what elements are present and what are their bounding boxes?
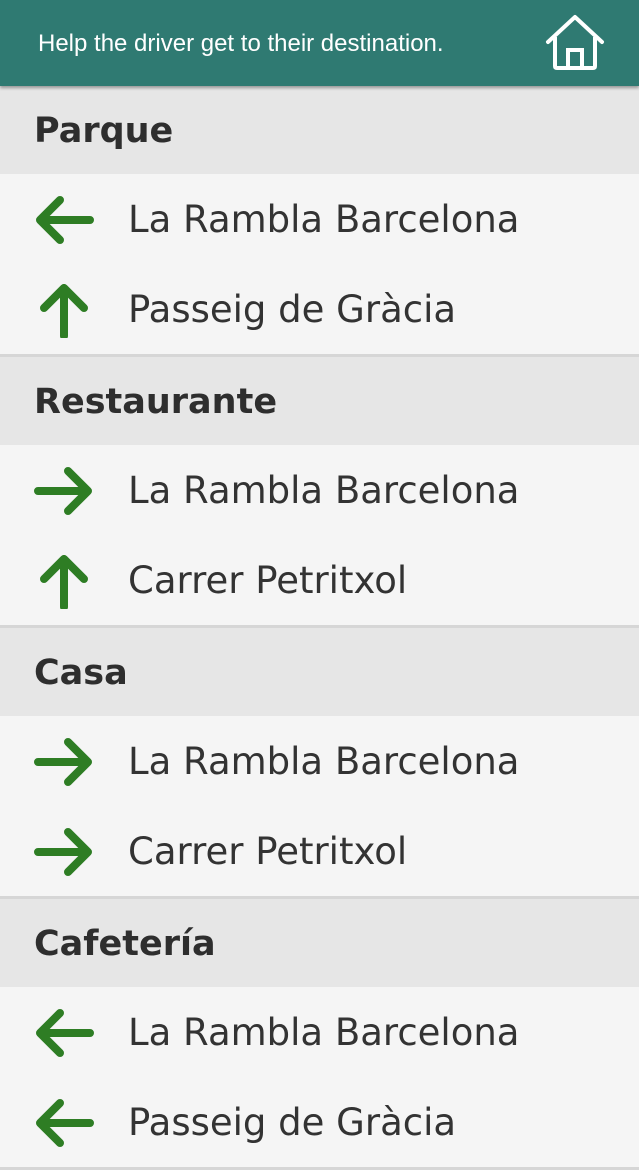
arrow-right-icon [34,467,92,515]
section-header: Parque [0,86,639,174]
destination-list: Parque La Rambla Barcelona Passeig de Gr… [0,86,639,1170]
street-name: La Rambla Barcelona [128,198,520,241]
street-name: Passeig de Gràcia [128,288,457,331]
route-option[interactable]: Passeig de Gràcia [0,1077,639,1167]
route-option[interactable]: La Rambla Barcelona [0,445,639,535]
section-title: Parque [34,111,174,151]
street-name: La Rambla Barcelona [128,469,520,512]
route-option[interactable]: La Rambla Barcelona [0,716,639,806]
section-title: Cafetería [34,924,216,964]
route-option[interactable]: Carrer Petritxol [0,806,639,896]
arrow-left-icon [36,1009,94,1057]
home-button[interactable] [540,12,610,74]
route-option[interactable]: Passeig de Gràcia [0,264,639,354]
destination-section: Parque La Rambla Barcelona Passeig de Gr… [0,86,639,357]
section-title: Casa [34,653,128,693]
destination-section: Cafetería La Rambla Barcelona Passeig de… [0,899,639,1170]
route-option[interactable]: Carrer Petritxol [0,535,639,625]
street-name: Passeig de Gràcia [128,1101,457,1144]
section-title: Restaurante [34,382,278,422]
route-option[interactable]: La Rambla Barcelona [0,987,639,1077]
street-name: La Rambla Barcelona [128,1011,520,1054]
street-name: Carrer Petritxol [128,830,408,873]
section-header: Casa [0,628,639,716]
destination-section: Casa La Rambla Barcelona Carrer Petritxo… [0,628,639,899]
arrow-left-icon [36,1099,94,1147]
arrow-up-icon [40,555,88,609]
destination-section: Restaurante La Rambla Barcelona Carrer P… [0,357,639,628]
street-name: La Rambla Barcelona [128,740,520,783]
arrow-up-icon [40,284,88,338]
section-header: Cafetería [0,899,639,987]
app-header: Help the driver get to their destination… [0,0,639,86]
arrow-right-icon [34,738,92,786]
section-header: Restaurante [0,357,639,445]
street-name: Carrer Petritxol [128,559,408,602]
arrow-left-icon [36,196,94,244]
route-option[interactable]: La Rambla Barcelona [0,174,639,264]
arrow-right-icon [34,828,92,876]
home-icon [546,15,604,70]
header-title: Help the driver get to their destination… [38,30,444,57]
